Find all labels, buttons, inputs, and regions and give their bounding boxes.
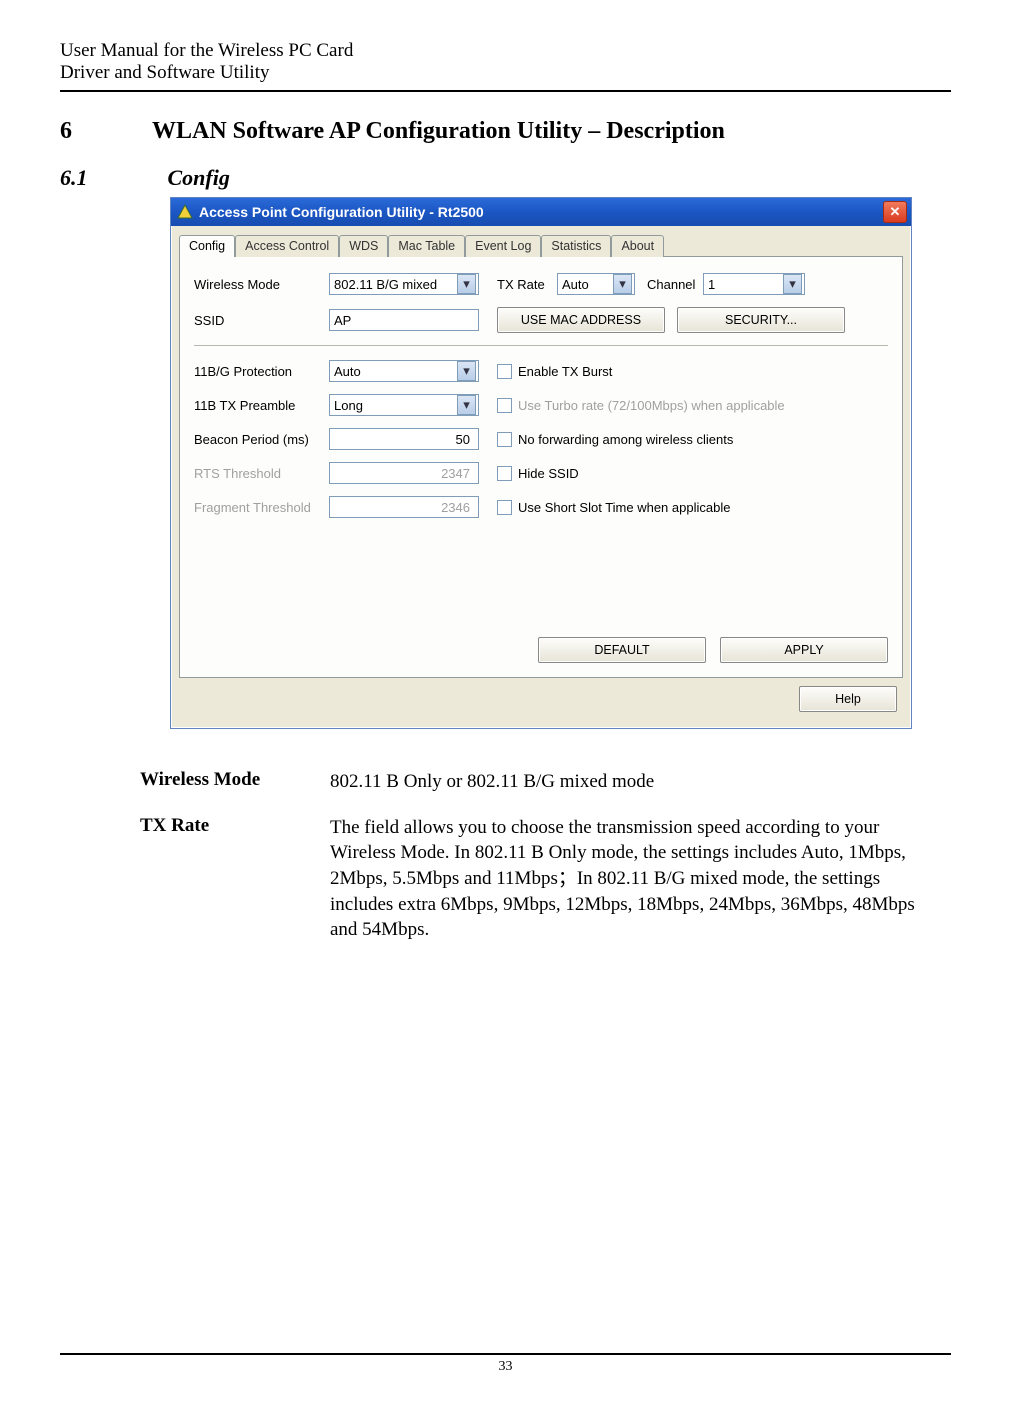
select-preamble[interactable]: Long ▾ <box>329 394 479 416</box>
apply-button[interactable]: APPLY <box>720 637 888 663</box>
def-term-wireless-mode: Wireless Mode <box>140 769 330 795</box>
checkbox-box-icon <box>497 398 512 413</box>
checkbox-box-icon <box>497 364 512 379</box>
header-subtitle: Driver and Software Utility <box>60 62 951 92</box>
chevron-down-icon: ▾ <box>613 274 632 294</box>
def-desc-wireless-mode: 802.11 B Only or 802.11 B/G mixed mode <box>330 769 951 795</box>
label-channel: Channel <box>647 277 703 292</box>
select-protection[interactable]: Auto ▾ <box>329 360 479 382</box>
checkbox-enable-tx-burst[interactable]: Enable TX Burst <box>497 364 612 379</box>
app-icon <box>177 204 193 220</box>
select-channel[interactable]: 1 ▾ <box>703 273 805 295</box>
select-tx-rate[interactable]: Auto ▾ <box>557 273 635 295</box>
label-short-slot: Use Short Slot Time when applicable <box>518 500 730 515</box>
window-titlebar: Access Point Configuration Utility - Rt2… <box>171 198 911 226</box>
value-protection: Auto <box>334 364 361 379</box>
input-beacon[interactable]: 50 <box>329 428 479 450</box>
ap-config-window: Access Point Configuration Utility - Rt2… <box>170 197 912 729</box>
value-preamble: Long <box>334 398 363 413</box>
input-ssid[interactable]: AP <box>329 309 479 331</box>
tab-strip: Config Access Control WDS Mac Table Even… <box>179 235 903 257</box>
separator <box>194 345 888 346</box>
chevron-down-icon: ▾ <box>457 361 476 381</box>
select-wireless-mode[interactable]: 802.11 B/G mixed ▾ <box>329 273 479 295</box>
tab-wds[interactable]: WDS <box>339 235 388 257</box>
value-channel: 1 <box>708 277 715 292</box>
label-preamble: 11B TX Preamble <box>194 398 329 413</box>
value-beacon: 50 <box>456 432 470 447</box>
chapter-number: 6 <box>60 118 72 145</box>
header-product: User Manual for the Wireless PC Card <box>60 40 951 62</box>
page-number: 33 <box>499 1359 513 1374</box>
label-no-forwarding: No forwarding among wireless clients <box>518 432 733 447</box>
label-ssid: SSID <box>194 313 329 328</box>
label-rts: RTS Threshold <box>194 466 329 481</box>
def-term-tx-rate: TX Rate <box>140 815 330 943</box>
checkbox-box-icon <box>497 500 512 515</box>
tab-event-log[interactable]: Event Log <box>465 235 541 257</box>
label-hide-ssid: Hide SSID <box>518 466 579 481</box>
value-tx-rate: Auto <box>562 277 589 292</box>
label-wireless-mode: Wireless Mode <box>194 277 329 292</box>
label-fragment: Fragment Threshold <box>194 500 329 515</box>
value-rts: 2347 <box>441 466 470 481</box>
chapter-title: WLAN Software AP Configuration Utility –… <box>152 118 725 145</box>
chevron-down-icon: ▾ <box>457 395 476 415</box>
security-button[interactable]: SECURITY... <box>677 307 845 333</box>
section-title: Config <box>168 165 230 191</box>
checkbox-no-forwarding[interactable]: No forwarding among wireless clients <box>497 432 733 447</box>
checkbox-box-icon <box>497 466 512 481</box>
input-fragment: 2346 <box>329 496 479 518</box>
label-protection: 11B/G Protection <box>194 364 329 379</box>
value-fragment: 2346 <box>441 500 470 515</box>
close-button[interactable]: ✕ <box>883 201 907 223</box>
label-tx-rate: TX Rate <box>497 277 557 292</box>
tab-panel-config: Wireless Mode 802.11 B/G mixed ▾ TX Rate… <box>179 256 903 678</box>
label-enable-tx-burst: Enable TX Burst <box>518 364 612 379</box>
use-mac-button[interactable]: USE MAC ADDRESS <box>497 307 665 333</box>
input-rts: 2347 <box>329 462 479 484</box>
section-number: 6.1 <box>60 165 88 191</box>
checkbox-use-turbo: Use Turbo rate (72/100Mbps) when applica… <box>497 398 785 413</box>
tab-mac-table[interactable]: Mac Table <box>388 235 465 257</box>
checkbox-hide-ssid[interactable]: Hide SSID <box>497 466 579 481</box>
checkbox-short-slot[interactable]: Use Short Slot Time when applicable <box>497 500 730 515</box>
default-button[interactable]: DEFAULT <box>538 637 706 663</box>
window-title: Access Point Configuration Utility - Rt2… <box>199 204 484 220</box>
chevron-down-icon: ▾ <box>457 274 476 294</box>
tab-about[interactable]: About <box>611 235 664 257</box>
close-icon: ✕ <box>890 204 901 220</box>
tab-access-control[interactable]: Access Control <box>235 235 339 257</box>
label-use-turbo: Use Turbo rate (72/100Mbps) when applica… <box>518 398 785 413</box>
tab-statistics[interactable]: Statistics <box>541 235 611 257</box>
def-desc-tx-rate: The field allows you to choose the trans… <box>330 815 951 943</box>
value-wireless-mode: 802.11 B/G mixed <box>334 277 437 292</box>
help-button[interactable]: Help <box>799 686 897 712</box>
chevron-down-icon: ▾ <box>783 274 802 294</box>
tab-config[interactable]: Config <box>179 235 235 257</box>
label-beacon: Beacon Period (ms) <box>194 432 329 447</box>
value-ssid: AP <box>334 313 351 328</box>
checkbox-box-icon <box>497 432 512 447</box>
